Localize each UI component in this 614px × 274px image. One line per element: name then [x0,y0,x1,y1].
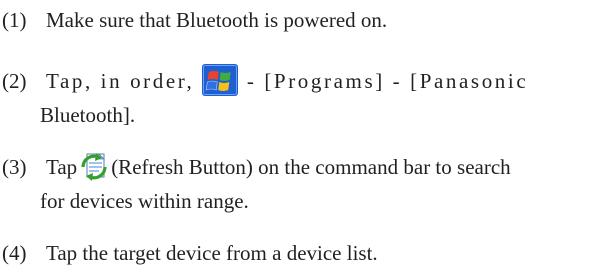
windows-start-icon [201,64,238,97]
step-line: Tap, in order, - [Programs] - [Panasonic [46,64,528,99]
step-number: (2) [2,69,27,93]
step-text: Tap the target device from a device list… [46,241,378,265]
step-line: Tap (Refresh Button) on the command bar … [46,150,511,185]
step-number: (4) [2,241,27,265]
step-text-before-icon: Tap [46,155,78,179]
step-text-after-icon: - [Programs] - [Panasonic [246,69,529,93]
step-continuation: for devices within range. [40,189,249,213]
step-text: Make sure that Bluetooth is powered on. [46,8,388,32]
step-text-before-icon: Tap, in order, [46,69,195,93]
refresh-button-icon [78,151,110,183]
step-text-after-icon: (Refresh Button) on the command bar to s… [111,155,511,179]
step-number: (1) [2,8,27,32]
step-number: (3) [2,155,27,179]
step-continuation: Bluetooth]. [40,103,136,127]
